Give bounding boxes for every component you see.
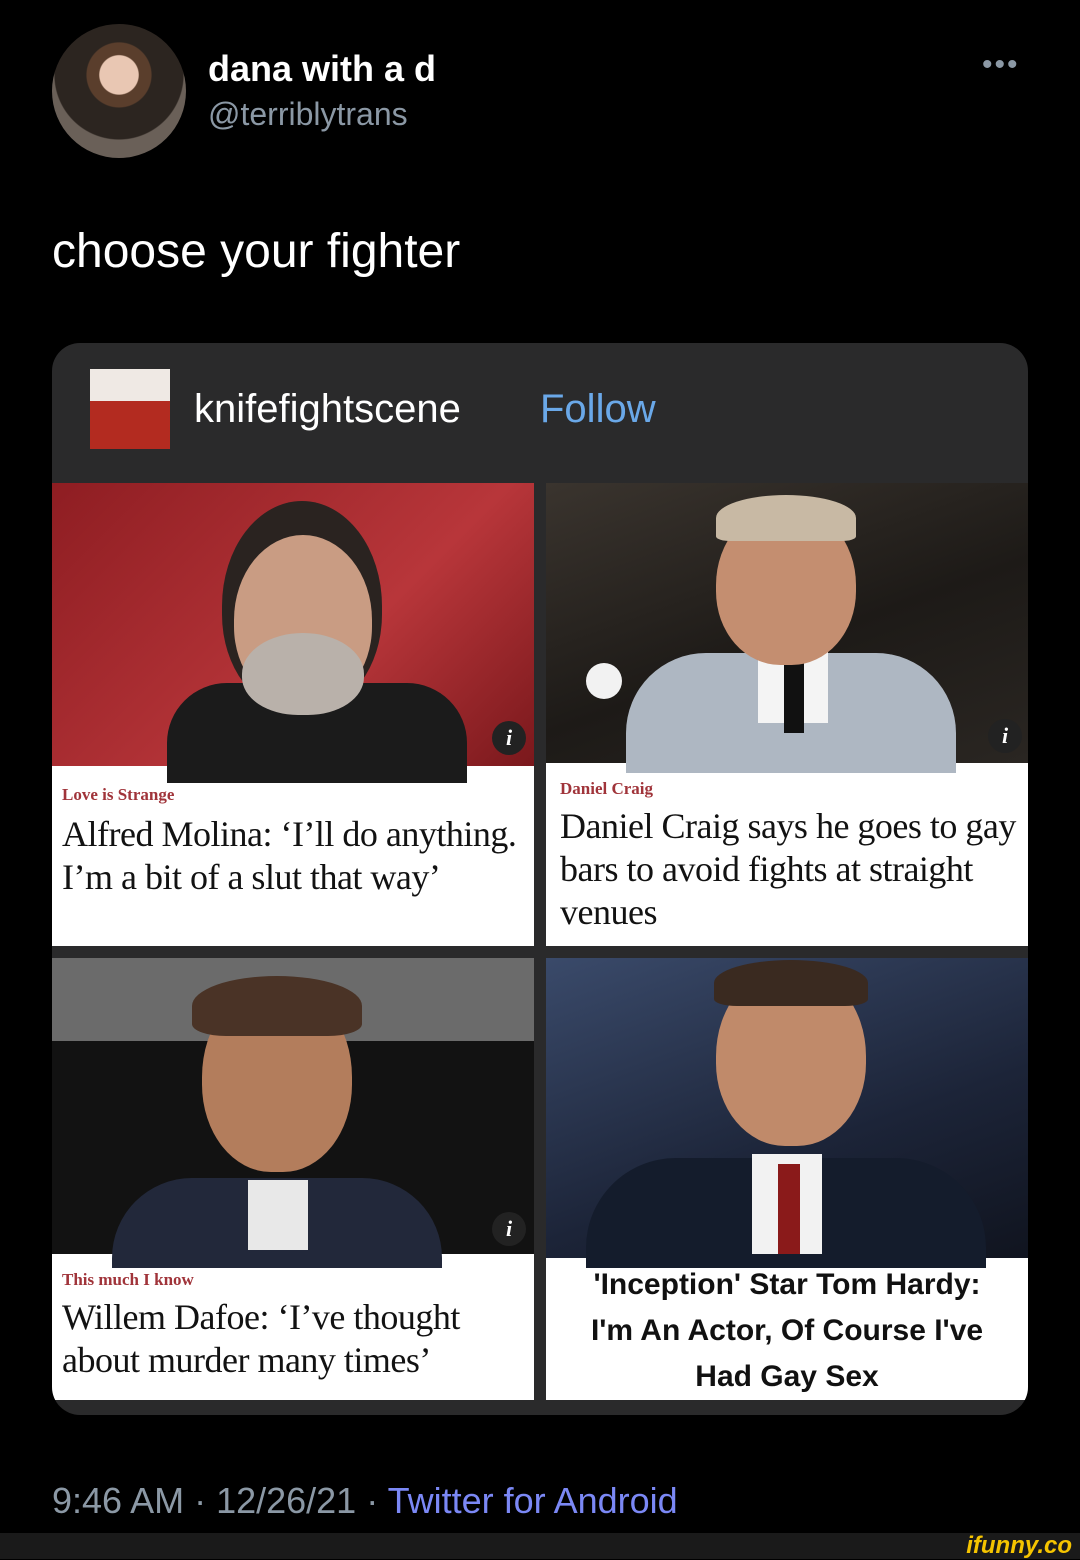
article-headline: Willem Dafoe: ‘I’ve thought about murder… xyxy=(62,1297,460,1380)
blog-name[interactable]: knifefightscene xyxy=(194,387,461,432)
article-tile-dafoe[interactable]: i This much I know Willem Dafoe: ‘I’ve t… xyxy=(52,958,534,1400)
info-icon[interactable]: i xyxy=(492,1212,526,1246)
footer-bar xyxy=(0,1533,1080,1559)
embedded-post-card[interactable]: knifefightscene Follow i Love is Strange… xyxy=(52,343,1028,1415)
info-icon[interactable]: i xyxy=(988,719,1022,753)
article-photo: i xyxy=(52,958,534,1268)
watermark-logo: ifunny.co xyxy=(966,1532,1072,1559)
blog-avatar[interactable] xyxy=(90,369,170,449)
avatar[interactable] xyxy=(52,24,186,158)
article-photo: i xyxy=(546,483,1028,773)
user-handle[interactable]: @terriblytrans xyxy=(208,96,408,133)
timestamp[interactable]: 9:46 AM · 12/26/21 · xyxy=(52,1480,388,1521)
tweet-text: choose your fighter xyxy=(52,225,461,278)
article-headline: Alfred Molina: ‘I’ll do anything. I’m a … xyxy=(62,814,517,897)
more-options-icon[interactable]: ••• xyxy=(982,48,1020,82)
tweet-meta: 9:46 AM · 12/26/21 · Twitter for Android xyxy=(52,1480,678,1522)
article-kicker: Daniel Craig xyxy=(560,779,654,798)
article-headline: 'Inception' Star Tom Hardy: I'm An Actor… xyxy=(590,1268,984,1393)
article-tile-molina[interactable]: i Love is Strange Alfred Molina: ‘I’ll d… xyxy=(52,483,534,946)
article-kicker: This much I know xyxy=(62,1270,194,1289)
article-tile-hardy[interactable]: 'Inception' Star Tom Hardy: I'm An Actor… xyxy=(546,958,1028,1400)
follow-button[interactable]: Follow xyxy=(540,387,656,432)
article-photo: i xyxy=(52,483,534,783)
article-photo xyxy=(546,958,1028,1268)
info-icon[interactable]: i xyxy=(492,721,526,755)
article-headline: Daniel Craig says he goes to gay bars to… xyxy=(560,806,1016,932)
article-tile-craig[interactable]: i Daniel Craig Daniel Craig says he goes… xyxy=(546,483,1028,946)
article-kicker: Love is Strange xyxy=(62,785,175,804)
source-app-link[interactable]: Twitter for Android xyxy=(388,1480,678,1521)
post-header: knifefightscene Follow xyxy=(52,343,1028,483)
display-name[interactable]: dana with a d xyxy=(208,48,436,90)
